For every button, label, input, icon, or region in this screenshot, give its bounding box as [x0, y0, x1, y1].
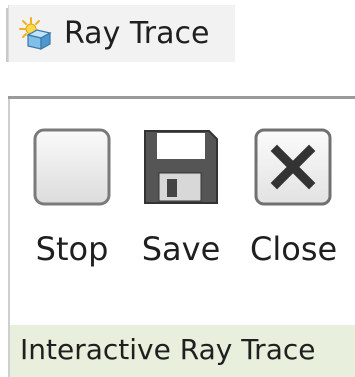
save-button[interactable]: Save — [138, 125, 224, 295]
save-label: Save — [141, 230, 221, 268]
ray-trace-label: Ray Trace — [64, 16, 210, 51]
stop-icon — [30, 125, 114, 209]
close-label: Close — [250, 230, 338, 268]
ray-trace-button[interactable]: Ray Trace — [8, 5, 235, 62]
floppy-save-icon — [139, 125, 223, 209]
close-button[interactable]: Close — [250, 125, 338, 295]
panel-divider — [8, 96, 355, 99]
stop-button[interactable]: Stop — [29, 125, 115, 295]
close-x-icon — [251, 125, 335, 209]
panel-title: Interactive Ray Trace — [20, 333, 316, 366]
stop-label: Stop — [35, 230, 109, 268]
panel-title-bar[interactable]: Interactive Ray Trace — [10, 325, 355, 377]
ray-trace-icon — [17, 15, 53, 51]
